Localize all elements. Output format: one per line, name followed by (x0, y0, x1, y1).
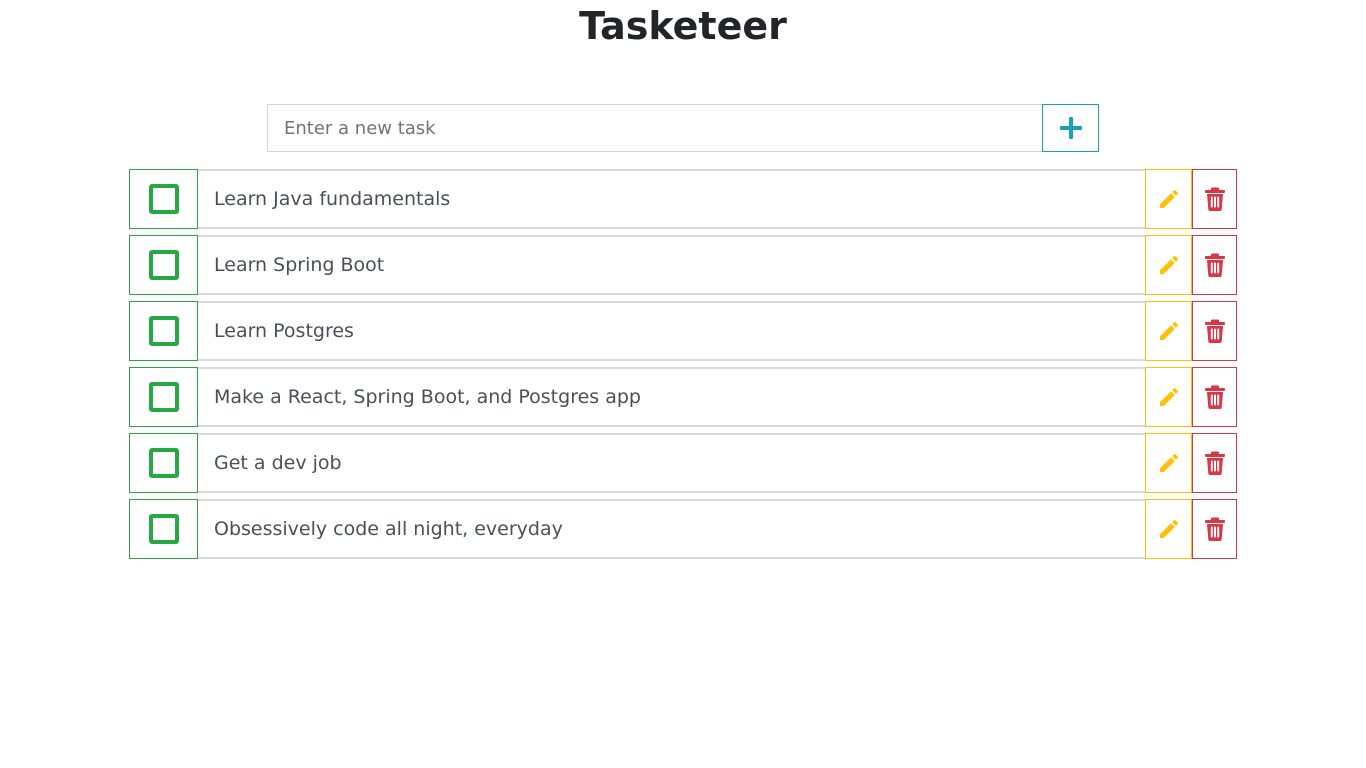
new-task-form (267, 104, 1099, 152)
complete-task-button[interactable] (129, 433, 198, 493)
task-label: Obsessively code all night, everyday (198, 499, 1145, 559)
checkbox-icon (148, 184, 179, 214)
pencil-icon (1157, 517, 1181, 541)
add-task-button[interactable] (1042, 104, 1099, 152)
checkbox-icon (148, 448, 179, 478)
pencil-icon (1157, 187, 1181, 211)
task-row: Obsessively code all night, everyday (129, 499, 1237, 559)
trash-icon (1204, 451, 1226, 475)
app-title: Tasketeer (579, 4, 787, 48)
task-row: Get a dev job (129, 433, 1237, 493)
task-label: Learn Java fundamentals (198, 169, 1145, 229)
complete-task-button[interactable] (129, 235, 198, 295)
task-row: Learn Java fundamentals (129, 169, 1237, 229)
complete-task-button[interactable] (129, 367, 198, 427)
edit-task-button[interactable] (1145, 433, 1192, 493)
checkbox-icon (148, 514, 179, 544)
checkbox-icon (148, 250, 179, 280)
complete-task-button[interactable] (129, 499, 198, 559)
task-label: Learn Postgres (198, 301, 1145, 361)
edit-task-button[interactable] (1145, 367, 1192, 427)
trash-icon (1204, 253, 1226, 277)
new-task-input[interactable] (267, 104, 1042, 152)
pencil-icon (1157, 319, 1181, 343)
delete-task-button[interactable] (1192, 499, 1237, 559)
edit-task-button[interactable] (1145, 235, 1192, 295)
pencil-icon (1157, 253, 1181, 277)
trash-icon (1204, 187, 1226, 211)
edit-task-button[interactable] (1145, 169, 1192, 229)
delete-task-button[interactable] (1192, 235, 1237, 295)
task-label: Make a React, Spring Boot, and Postgres … (198, 367, 1145, 427)
delete-task-button[interactable] (1192, 169, 1237, 229)
delete-task-button[interactable] (1192, 367, 1237, 427)
delete-task-button[interactable] (1192, 301, 1237, 361)
checkbox-icon (148, 382, 179, 412)
edit-task-button[interactable] (1145, 301, 1192, 361)
pencil-icon (1157, 385, 1181, 409)
task-label: Get a dev job (198, 433, 1145, 493)
checkbox-icon (148, 316, 179, 346)
task-row: Make a React, Spring Boot, and Postgres … (129, 367, 1237, 427)
task-label: Learn Spring Boot (198, 235, 1145, 295)
trash-icon (1204, 517, 1226, 541)
trash-icon (1204, 385, 1226, 409)
trash-icon (1204, 319, 1226, 343)
delete-task-button[interactable] (1192, 433, 1237, 493)
pencil-icon (1157, 451, 1181, 475)
plus-icon (1059, 116, 1083, 140)
task-row: Learn Postgres (129, 301, 1237, 361)
edit-task-button[interactable] (1145, 499, 1192, 559)
complete-task-button[interactable] (129, 301, 198, 361)
complete-task-button[interactable] (129, 169, 198, 229)
task-list: Learn Java fundamentals Learn Spring Boo… (129, 169, 1237, 565)
task-row: Learn Spring Boot (129, 235, 1237, 295)
